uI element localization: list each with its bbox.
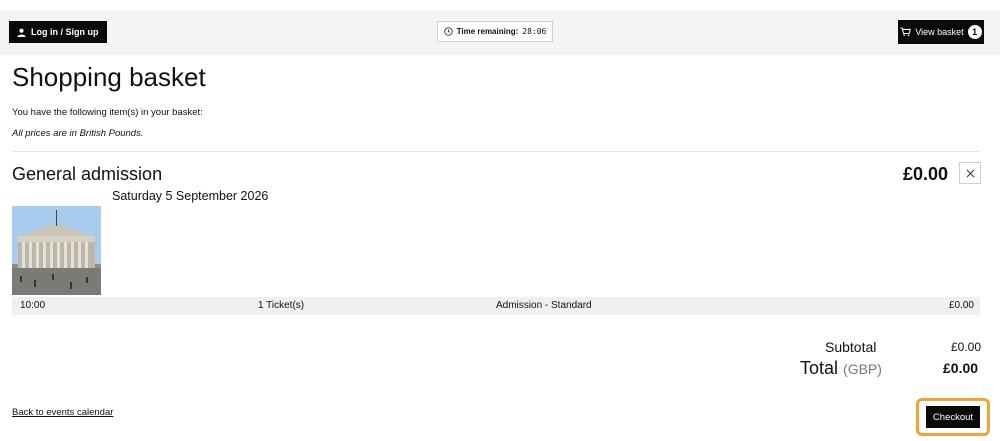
user-icon: [17, 28, 26, 37]
session-time: 10:00: [20, 300, 46, 311]
clock-icon: [443, 27, 453, 36]
basket-intro-text: You have the following item(s) in your b…: [12, 107, 203, 118]
view-basket-button[interactable]: View basket 1: [898, 20, 984, 44]
cart-icon: [900, 27, 912, 37]
total-currency: (GBP): [843, 361, 882, 377]
total-value: £0.00: [943, 360, 979, 376]
ticket-type: Admission - Standard: [496, 300, 592, 311]
total-label: Total: [800, 358, 839, 378]
remove-item-button[interactable]: [959, 162, 981, 184]
item-price: £0.00: [903, 164, 949, 184]
ticket-detail-row: 10:00 1 Ticket(s) Admission - Standard £…: [12, 297, 980, 315]
time-remaining: Time remaining: 28:06: [437, 21, 553, 42]
page-title: Shopping basket: [12, 62, 206, 92]
item-title: General admission: [12, 164, 163, 184]
currency-note: All prices are in British Pounds.: [12, 128, 144, 139]
divider: [12, 151, 980, 152]
item-date: Saturday 5 September 2026: [112, 189, 269, 203]
checkout-button[interactable]: Checkout: [926, 406, 980, 428]
login-button[interactable]: Log in / Sign up: [9, 21, 107, 43]
event-image: [12, 206, 101, 295]
timer-value: 28:06: [522, 27, 547, 36]
subtotal-label: Subtotal: [825, 339, 877, 355]
ticket-quantity: 1 Ticket(s): [258, 300, 305, 311]
view-basket-label: View basket: [915, 27, 964, 37]
total-label-group: Total (GBP): [800, 358, 882, 379]
login-label: Log in / Sign up: [31, 27, 99, 37]
basket-count-badge: 1: [967, 25, 982, 39]
subtotal-value: £0.00: [951, 340, 982, 354]
timer-label: Time remaining:: [456, 27, 519, 36]
close-icon: [966, 169, 974, 177]
ticket-price: £0.00: [948, 300, 974, 311]
back-to-events-link[interactable]: Back to events calendar: [12, 407, 113, 418]
checkout-highlight: Checkout: [916, 398, 990, 436]
